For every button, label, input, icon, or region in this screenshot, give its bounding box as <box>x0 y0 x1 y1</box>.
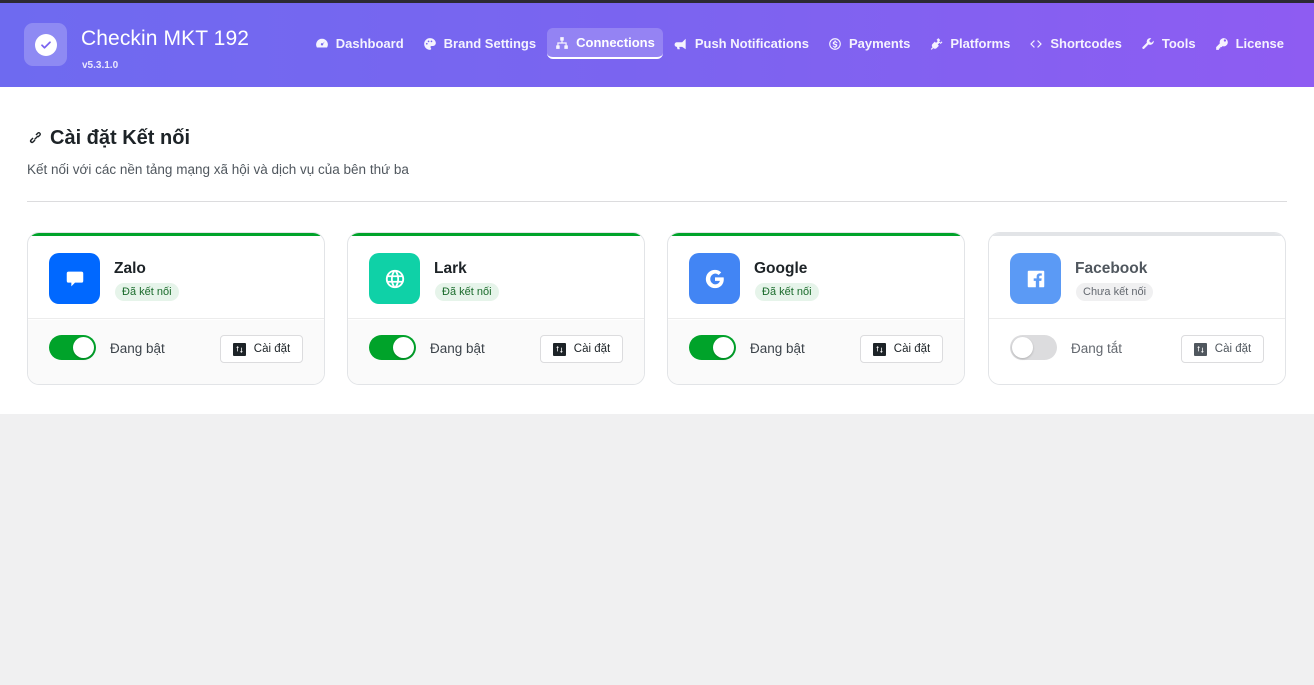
sitemap-icon <box>556 36 568 49</box>
gauge-icon <box>315 38 328 47</box>
settings-button-label: Cài đặt <box>893 343 931 355</box>
card-footer: Đang bật Cài đặt <box>348 320 644 384</box>
settings-button[interactable]: Cài đặt <box>860 335 943 363</box>
card-footer: Đang tắt Cài đặt <box>989 320 1285 384</box>
code-icon <box>1030 39 1043 48</box>
toggle-knob <box>393 337 414 358</box>
settings-button[interactable]: Cài đặt <box>220 335 303 363</box>
chat-icon <box>49 253 100 304</box>
connection-card-google: Google Đã kết nối Đang bật Cài đặt <box>667 232 965 385</box>
status-badge: Chưa kết nối <box>1076 283 1154 301</box>
check-circle-icon <box>34 33 57 56</box>
key-icon <box>1215 37 1228 50</box>
status-badge: Đã kết nối <box>115 283 179 301</box>
toggle-knob <box>713 337 734 358</box>
enable-toggle[interactable] <box>49 335 96 360</box>
toggle-label: Đang bật <box>110 341 165 356</box>
nav-label: Payments <box>848 36 911 51</box>
megaphone-icon <box>674 38 686 49</box>
nav-label: Brand Settings <box>443 36 537 51</box>
settings-button-label: Cài đặt <box>253 343 291 355</box>
wrench-icon <box>1142 37 1154 49</box>
nav-label: Connections <box>576 35 655 50</box>
app-header: Checkin MKT 192 v5.3.1.0 Dashboard Brand… <box>0 3 1314 87</box>
dollar-circle-icon <box>829 37 841 50</box>
google-icon <box>689 253 740 304</box>
swap-icon <box>232 342 246 356</box>
swap-icon <box>872 342 886 356</box>
card-footer: Đang bật Cài đặt <box>668 320 964 384</box>
card-footer: Đang bật Cài đặt <box>28 320 324 384</box>
settings-button-label: Cài đặt <box>573 343 611 355</box>
nav-tools[interactable]: Tools <box>1133 28 1204 59</box>
swap-icon <box>552 342 566 356</box>
main-nav: Dashboard Brand Settings Connections Pus… <box>307 28 1292 59</box>
nav-connections[interactable]: Connections <box>547 28 663 59</box>
connection-name: Lark <box>434 260 467 277</box>
main-content: Cài đặt Kết nối Kết nối với các nền tảng… <box>0 87 1314 414</box>
nav-label: License <box>1235 36 1284 51</box>
settings-button-label: Cài đặt <box>1214 343 1252 355</box>
app-version: v5.3.1.0 <box>82 60 119 71</box>
divider <box>27 201 1287 202</box>
nav-label: Push Notifications <box>694 36 809 51</box>
app-title: Checkin MKT 192 <box>81 27 250 50</box>
app-logo <box>24 23 67 66</box>
connection-name: Google <box>754 260 808 277</box>
connection-card-lark: Lark Đã kết nối Đang bật Cài đặt <box>347 232 645 385</box>
palette-icon <box>423 37 436 50</box>
plug-icon <box>931 37 943 50</box>
nav-brand-settings[interactable]: Brand Settings <box>415 28 544 59</box>
page-subtitle: Kết nối với các nền tảng mạng xã hội và … <box>27 162 409 177</box>
nav-shortcodes[interactable]: Shortcodes <box>1021 28 1130 59</box>
toggle-knob <box>1012 337 1033 358</box>
connection-name: Zalo <box>114 260 146 277</box>
status-badge: Đã kết nối <box>755 283 819 301</box>
swap-icon <box>1193 342 1207 356</box>
page-title: Cài đặt Kết nối <box>50 127 191 149</box>
card-header: Lark Đã kết nối <box>348 236 644 319</box>
nav-push-notifications[interactable]: Push Notifications <box>666 28 817 59</box>
connection-name: Facebook <box>1075 260 1148 277</box>
enable-toggle[interactable] <box>369 335 416 360</box>
link-icon <box>29 132 41 144</box>
nav-label: Shortcodes <box>1050 36 1122 51</box>
toggle-label: Đang bật <box>430 341 485 356</box>
card-header: Zalo Đã kết nối <box>28 236 324 319</box>
connection-card-zalo: Zalo Đã kết nối Đang bật Cài đặt <box>27 232 325 385</box>
status-badge: Đã kết nối <box>435 283 499 301</box>
nav-label: Dashboard <box>335 36 404 51</box>
nav-label: Platforms <box>950 36 1011 51</box>
toggle-knob <box>73 337 94 358</box>
facebook-icon <box>1010 253 1061 304</box>
connection-card-facebook: Facebook Chưa kết nối Đang tắt Cài đặt <box>988 232 1286 385</box>
toggle-label: Đang bật <box>750 341 805 356</box>
nav-license[interactable]: License <box>1207 28 1292 59</box>
nav-platforms[interactable]: Platforms <box>921 28 1018 59</box>
settings-button[interactable]: Cài đặt <box>1181 335 1264 363</box>
nav-label: Tools <box>1161 36 1196 51</box>
nav-dashboard[interactable]: Dashboard <box>307 28 412 59</box>
page-heading: Cài đặt Kết nối <box>27 127 190 150</box>
card-header: Google Đã kết nối <box>668 236 964 319</box>
toggle-label: Đang tắt <box>1071 341 1123 356</box>
enable-toggle[interactable] <box>689 335 736 360</box>
nav-payments[interactable]: Payments <box>820 28 918 59</box>
card-header: Facebook Chưa kết nối <box>989 236 1285 319</box>
globe-icon <box>369 253 420 304</box>
enable-toggle[interactable] <box>1010 335 1057 360</box>
settings-button[interactable]: Cài đặt <box>540 335 623 363</box>
